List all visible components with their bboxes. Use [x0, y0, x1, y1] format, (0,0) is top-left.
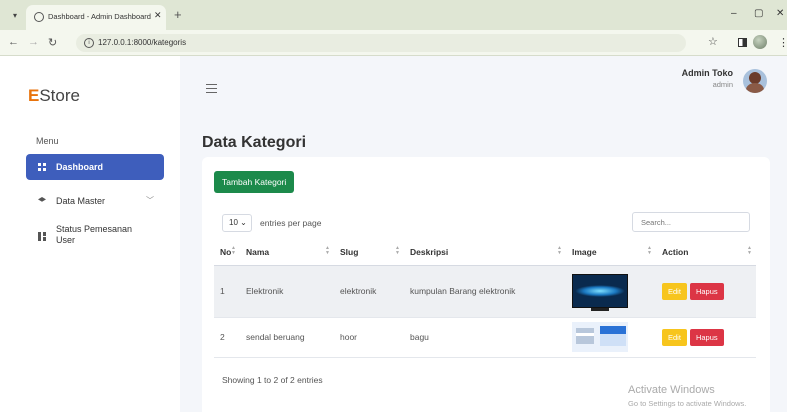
column-header-slug[interactable]: Slug ▲ ▼ [334, 239, 404, 266]
column-header-action[interactable]: Action ▲ ▼ [656, 239, 756, 266]
cell-action: Edit Hapus [656, 317, 756, 358]
delete-button[interactable]: Hapus [689, 282, 724, 300]
delete-button[interactable]: Hapus [689, 328, 724, 346]
blocks-icon [38, 232, 46, 241]
category-table: No ▲ ▼ Nama ▲ ▼ Slug ▲ ▼ Deskripsi ▲ ▼ Image ▲ ▼ A… [214, 239, 756, 358]
sidebar-item-label: Status Pemesanan User [56, 224, 133, 245]
browser-menu-icon[interactable]: ⋮ [778, 36, 787, 49]
sort-icon: ▲ ▼ [747, 245, 752, 256]
cell-nama: sendal beruang [240, 317, 334, 358]
sidebar-item-dashboard[interactable]: Dashboard [26, 154, 164, 180]
tab-search-icon[interactable]: ▾ [8, 9, 22, 23]
layers-icon [38, 197, 46, 205]
sort-icon: ▲ ▼ [231, 245, 236, 256]
browser-profile-icon[interactable] [753, 35, 767, 49]
sort-icon: ▲ ▼ [325, 245, 330, 256]
reload-icon[interactable]: ↻ [48, 36, 57, 49]
user-name: Admin Toko [681, 68, 733, 78]
edit-button[interactable]: Edit [662, 282, 687, 300]
sidebar-item-status-pemesanan[interactable]: Status Pemesanan User [26, 220, 164, 254]
activate-windows-title: Activate Windows [628, 384, 715, 396]
sidebar-item-label: Data Master [56, 196, 106, 206]
forward-arrow-icon[interactable]: → [28, 36, 39, 48]
side-panel-icon[interactable] [738, 38, 747, 47]
tab-close-icon[interactable]: ✕ [154, 10, 162, 21]
entries-per-page-select[interactable]: 10 ⌄ [222, 214, 252, 232]
sort-icon: ▲ ▼ [395, 245, 400, 256]
brand-logo[interactable]: EStore [28, 86, 80, 106]
sort-icon: ▲ ▼ [647, 245, 652, 256]
edit-button[interactable]: Edit [662, 328, 687, 346]
bookmark-star-icon[interactable]: ☆ [708, 35, 718, 48]
column-header-no[interactable]: No ▲ ▼ [214, 239, 240, 266]
minimize-button[interactable]: – [731, 8, 737, 19]
new-tab-button[interactable]: + [174, 7, 182, 22]
browser-address-bar: ← → ↻ i 127.0.0.1:8000/kategoris ☆ ⋮ [0, 30, 787, 56]
site-info-icon[interactable]: i [84, 38, 94, 48]
avatar[interactable] [743, 69, 767, 93]
browser-tab-bar: ▾ Dashboard - Admin Dashboard ✕ + – ▢ ✕ [0, 0, 787, 30]
chevron-down-icon: ⌄ [240, 218, 247, 227]
activate-windows-subtitle: Go to Settings to activate Windows. [628, 399, 747, 408]
table-info: Showing 1 to 2 of 2 entries [222, 375, 323, 385]
add-category-button[interactable]: Tambah Kategori [214, 171, 295, 193]
cell-image [566, 317, 656, 358]
url-text: 127.0.0.1:8000/kategoris [98, 38, 187, 47]
cell-no: 1 [214, 265, 240, 318]
cell-image [566, 265, 656, 318]
tv-image [572, 274, 628, 311]
maximize-button[interactable]: ▢ [754, 8, 763, 19]
sort-icon: ▲ ▼ [557, 245, 562, 256]
data-table-card: Tambah Kategori 10 ⌄ entries per page No… [202, 157, 770, 412]
table-row: 1 Elektronik elektronik kumpulan Barang … [214, 265, 756, 318]
column-header-image[interactable]: Image ▲ ▼ [566, 239, 656, 266]
cell-action: Edit Hapus [656, 265, 756, 318]
sidebar-item-data-master[interactable]: Data Master ﹀ [26, 188, 164, 214]
globe-icon [34, 12, 44, 22]
tab-title: Dashboard - Admin Dashboard [48, 12, 151, 21]
cell-slug: elektronik [334, 265, 404, 318]
sidebar-item-label: Dashboard [56, 162, 104, 172]
table-header-row: No ▲ ▼ Nama ▲ ▼ Slug ▲ ▼ Deskripsi ▲ ▼ Image ▲ ▼ A… [214, 239, 756, 266]
table-row: 2 sendal beruang hoor bagu Edit Hapus [214, 317, 756, 358]
cell-slug: hoor [334, 317, 404, 358]
app-root: EStore Menu Dashboard Data Master ﹀ Stat… [0, 56, 787, 412]
hamburger-menu-icon[interactable] [206, 84, 217, 93]
menu-section-label: Menu [36, 136, 59, 146]
cell-no: 2 [214, 317, 240, 358]
chevron-down-icon: ﹀ [146, 196, 154, 205]
back-arrow-icon[interactable]: ← [8, 36, 19, 48]
cell-nama: Elektronik [240, 265, 334, 318]
ui-screenshot-image [572, 322, 628, 352]
search-input[interactable] [632, 212, 750, 232]
window-close-button[interactable]: ✕ [776, 8, 784, 19]
url-input[interactable]: i 127.0.0.1:8000/kategoris [76, 34, 686, 52]
sidebar: EStore Menu Dashboard Data Master ﹀ Stat… [0, 56, 180, 412]
grid-icon [38, 163, 46, 171]
page-title: Data Kategori [202, 134, 307, 151]
browser-tab[interactable]: Dashboard - Admin Dashboard ✕ [26, 5, 166, 30]
user-role: admin [712, 80, 733, 89]
cell-deskripsi: bagu [404, 317, 566, 358]
entries-per-page-label: entries per page [260, 218, 322, 228]
column-header-deskripsi[interactable]: Deskripsi ▲ ▼ [404, 239, 566, 266]
column-header-nama[interactable]: Nama ▲ ▼ [240, 239, 334, 266]
cell-deskripsi: kumpulan Barang elektronik [404, 265, 566, 318]
